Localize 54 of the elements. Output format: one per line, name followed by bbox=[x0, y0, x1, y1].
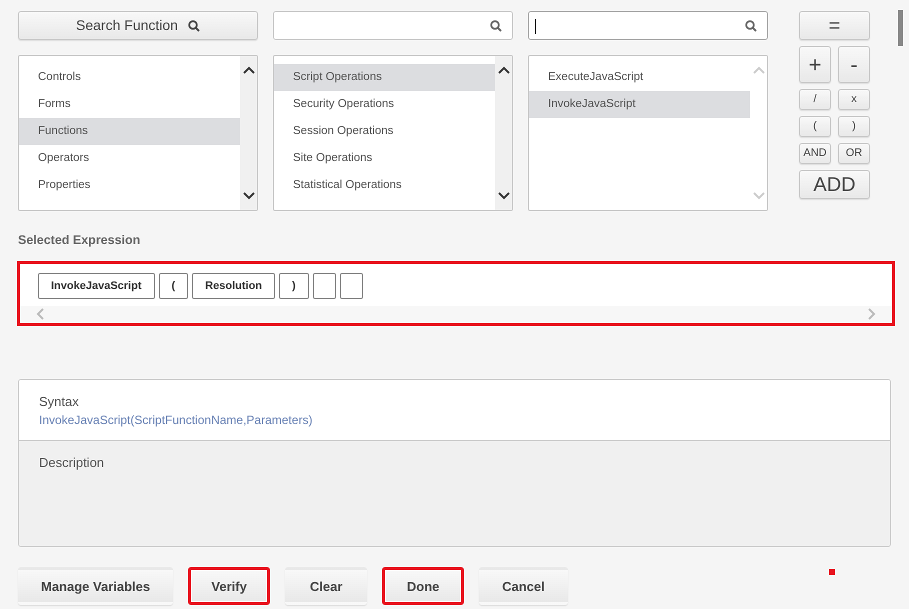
operator-button[interactable]: / bbox=[799, 89, 831, 110]
page-scrollbar[interactable] bbox=[898, 10, 903, 46]
scrollbar[interactable] bbox=[495, 56, 512, 210]
operator-button[interactable]: ( bbox=[799, 116, 831, 137]
list-item[interactable]: Security Operations bbox=[274, 91, 495, 118]
list-item[interactable]: Forms bbox=[19, 91, 240, 118]
description-title: Description bbox=[39, 455, 104, 470]
chevron-left-icon bbox=[36, 308, 44, 320]
operator-button[interactable]: - bbox=[838, 46, 870, 83]
search-function-button[interactable]: Search Function bbox=[18, 11, 258, 40]
syntax-title: Syntax bbox=[39, 392, 80, 411]
list-item[interactable]: Statistical Operations bbox=[274, 172, 495, 199]
chevron-right-icon bbox=[868, 308, 876, 320]
annotation-mark bbox=[829, 569, 835, 575]
text-cursor bbox=[535, 19, 536, 34]
operator-button[interactable]: x bbox=[838, 89, 870, 110]
operator-button[interactable]: ADD bbox=[799, 170, 870, 199]
expression-token[interactable]: Resolution bbox=[192, 272, 276, 299]
scrollbar[interactable] bbox=[240, 56, 257, 210]
chevron-down-icon bbox=[498, 192, 510, 200]
chevron-up-icon bbox=[498, 66, 510, 74]
list-item[interactable]: InvokeJavaScript bbox=[529, 91, 750, 118]
list-item[interactable]: Properties bbox=[19, 172, 240, 199]
list-item[interactable]: Functions bbox=[19, 118, 240, 145]
operator-button[interactable]: AND bbox=[799, 143, 831, 164]
search-field[interactable] bbox=[528, 11, 768, 40]
expression-token[interactable]: ) bbox=[279, 272, 309, 299]
operator-button[interactable]: = bbox=[799, 11, 870, 40]
action-button[interactable]: Done bbox=[382, 567, 464, 606]
chevron-up-icon bbox=[752, 66, 764, 74]
operator-button[interactable]: + bbox=[799, 46, 831, 83]
chevron-down-icon bbox=[242, 192, 254, 200]
search-icon bbox=[745, 20, 757, 32]
list-item[interactable]: Script Operations bbox=[274, 64, 495, 91]
operator-button[interactable]: OR bbox=[838, 143, 870, 164]
list-item[interactable]: Session Operations bbox=[274, 118, 495, 145]
action-button[interactable]: Verify bbox=[188, 567, 270, 606]
empty-token-slot[interactable] bbox=[340, 272, 363, 299]
list-item[interactable]: Controls bbox=[19, 64, 240, 91]
chevron-down-icon bbox=[752, 192, 764, 200]
syntax-text: InvokeJavaScript(ScriptFunctionName,Parameters) bbox=[39, 412, 314, 430]
chevron-up-icon bbox=[242, 66, 254, 74]
section-title: Selected Expression bbox=[18, 232, 140, 249]
search-field[interactable] bbox=[273, 11, 513, 40]
search-icon bbox=[490, 20, 502, 32]
list-item[interactable]: Operators bbox=[19, 145, 240, 172]
expression-token[interactable]: ( bbox=[158, 272, 188, 299]
operator-button[interactable]: ) bbox=[838, 116, 870, 137]
search-icon bbox=[188, 20, 200, 32]
list-item[interactable]: Site Operations bbox=[274, 145, 495, 172]
list-item[interactable]: ExecuteJavaScript bbox=[529, 64, 750, 91]
expression-token[interactable]: InvokeJavaScript bbox=[38, 272, 154, 299]
scrollbar[interactable] bbox=[750, 56, 767, 210]
empty-token-slot[interactable] bbox=[312, 272, 336, 299]
